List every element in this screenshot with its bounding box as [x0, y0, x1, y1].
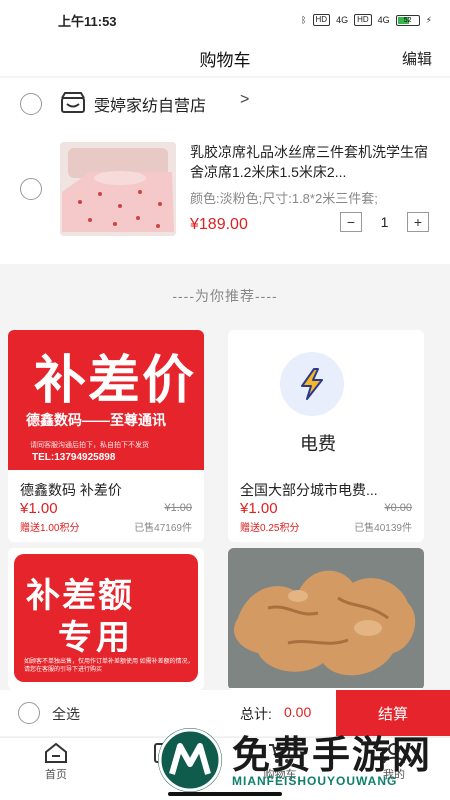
product-card[interactable] — [228, 548, 424, 690]
product-price: ¥1.00 — [240, 500, 278, 517]
select-all-radio[interactable] — [18, 702, 40, 724]
cart-store-card: 雯婷家纺自营店 > 乳胶凉席礼品冰丝席三件套机洗学生宿舍凉席1.2米床1.5米床… — [0, 78, 450, 264]
home-indicator[interactable] — [168, 792, 282, 796]
product-image: 补差价 德鑫数码——至尊通讯 请同客服沟通后拍下，私自拍下不发货 TEL:137… — [8, 330, 204, 470]
tab-label: 首页 — [45, 769, 67, 781]
product-name: 德鑫数码 补差价 — [20, 482, 122, 498]
store-icon — [61, 92, 85, 113]
home-icon — [45, 742, 67, 763]
hd-badge-2: HD — [354, 14, 372, 26]
product-image: 补差额 专用 如顾客不单独出售，仅用作订单补差额使用 如需补差额的情况，请您在客… — [8, 548, 204, 688]
increase-button[interactable]: + — [407, 212, 429, 232]
signal-icon-1: 4G — [336, 15, 349, 25]
product-original-price: ¥1.00 — [164, 502, 192, 514]
product-card[interactable]: 电费 全国大部分城市电费... ¥1.00 ¥0.00 赠送0.25积分 已售4… — [228, 330, 424, 542]
page-title: 购物车 — [199, 50, 251, 70]
status-bar: 上午11:53 ᛒ HD 4G HD 4G 52 ⚡ — [0, 0, 450, 40]
watermark-subtext: MIANFEISHOUYOUWANG — [232, 774, 398, 788]
product-image-text: TEL:13794925898 — [32, 452, 116, 463]
item-thumbnail[interactable] — [60, 142, 176, 236]
chevron-right-icon[interactable]: > — [240, 91, 249, 109]
battery-level: 52 — [403, 16, 412, 24]
product-image-text: 德鑫数码——至尊通讯 — [26, 412, 166, 428]
product-sold: 已售47169件 — [134, 523, 192, 534]
tab-home[interactable]: 首页 — [16, 742, 96, 782]
quantity-value[interactable]: 1 — [362, 214, 407, 230]
hd-badge-1: HD — [312, 14, 331, 26]
watermark-text: 免费手游网 — [232, 735, 433, 777]
product-points: 赠送0.25积分 — [240, 523, 300, 534]
item-price: ¥189.00 — [190, 216, 248, 233]
select-all-label[interactable]: 全选 — [52, 704, 80, 724]
product-image-text: 专用 — [58, 619, 134, 657]
product-card[interactable]: 补差价 德鑫数码——至尊通讯 请同客服沟通后拍下，私自拍下不发货 TEL:137… — [8, 330, 204, 542]
product-banner: 补差额 专用 如顾客不单独出售，仅用作订单补差额使用 如需补差额的情况，请您在客… — [14, 554, 198, 682]
edit-button[interactable]: 编辑 — [402, 48, 432, 69]
product-points: 赠送1.00积分 — [20, 523, 80, 534]
product-image-text: 补差价 — [34, 352, 197, 410]
bluetooth-icon: ᛒ — [301, 15, 307, 25]
store-row: 雯婷家纺自营店 > — [0, 78, 450, 130]
recommend-title: ----为你推荐---- — [172, 288, 278, 304]
product-image: 电费 — [228, 330, 424, 470]
status-icons: ᛒ HD 4G HD 4G 52 ⚡ — [301, 14, 432, 26]
product-sold: 已售40139件 — [354, 523, 412, 534]
watermark: 免费手游网 MIANFEISHOUYOUWANG — [150, 718, 450, 800]
status-time: 上午11:53 — [58, 13, 117, 29]
product-image-text: 如顾客不单独出售，仅用作订单补差额使用 如需补差额的情况，请您在客服的引导下进行… — [24, 659, 194, 673]
store-select-radio[interactable] — [20, 93, 42, 115]
item-title[interactable]: 乳胶凉席礼品冰丝席三件套机洗学生宿舍凉席1.2米床1.5米床2... — [190, 142, 430, 182]
lightning-icon — [280, 352, 344, 416]
product-price: ¥1.00 — [20, 500, 58, 517]
watermark-logo — [158, 728, 222, 792]
store-name[interactable]: 雯婷家纺自营店 — [94, 92, 206, 116]
decrease-button[interactable]: − — [340, 212, 362, 232]
title-bar: 购物车 编辑 — [0, 40, 450, 76]
product-image-text: 电费 — [300, 434, 336, 454]
product-image-text: 请同客服沟通后拍下，私自拍下不发货 — [30, 442, 149, 449]
product-image — [228, 548, 424, 688]
quantity-stepper: − 1 + — [340, 212, 429, 232]
charging-icon: ⚡ — [425, 14, 432, 25]
item-spec[interactable]: 颜色:淡粉色;尺寸:1.8*2米三件套; — [190, 188, 430, 207]
product-card[interactable]: 补差额 专用 如顾客不单独出售，仅用作订单补差额使用 如需补差额的情况，请您在客… — [8, 548, 204, 690]
item-select-radio[interactable] — [20, 178, 42, 200]
battery-icon: 52 — [395, 14, 420, 26]
product-original-price: ¥0.00 — [384, 502, 412, 514]
signal-icon-2: 4G — [377, 15, 390, 25]
product-name: 全国大部分城市电费... — [240, 482, 378, 498]
